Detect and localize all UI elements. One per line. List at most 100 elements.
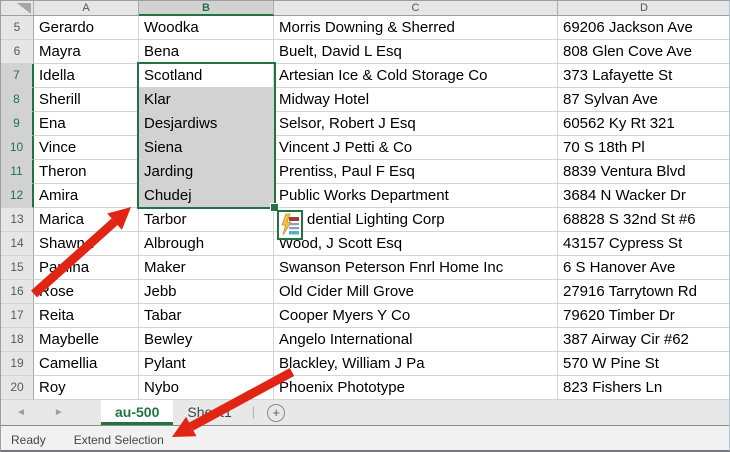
cell-D15[interactable]: 6 S Hanover Ave [558, 256, 730, 280]
cell-D8[interactable]: 87 Sylvan Ave [558, 88, 730, 112]
cell-C5[interactable]: Morris Downing & Sherred [274, 16, 558, 40]
cell-A6[interactable]: Mayra [34, 40, 139, 64]
cell-B15[interactable]: Maker [139, 256, 274, 280]
row-header-8[interactable]: 8 [1, 88, 34, 112]
row-header-15[interactable]: 15 [1, 256, 34, 280]
cell-A15[interactable]: Paulina [34, 256, 139, 280]
cell-B12[interactable]: Chudej [139, 184, 274, 208]
row-header-6[interactable]: 6 [1, 40, 34, 64]
cell-B8[interactable]: Klar [139, 88, 274, 112]
cell-D19[interactable]: 570 W Pine St [558, 352, 730, 376]
cell-A16[interactable]: Rose [34, 280, 139, 304]
row-header-10[interactable]: 10 [1, 136, 34, 160]
cell-A7[interactable]: Idella [34, 64, 139, 88]
cell-C17[interactable]: Cooper Myers Y Co [274, 304, 558, 328]
row-header-12[interactable]: 12 [1, 184, 34, 208]
cell-C11[interactable]: Prentiss, Paul F Esq [274, 160, 558, 184]
cell-D9[interactable]: 60562 Ky Rt 321 [558, 112, 730, 136]
row-header-16[interactable]: 16 [1, 280, 34, 304]
cell-C9[interactable]: Selsor, Robert J Esq [274, 112, 558, 136]
next-sheet-icon[interactable]: ► [54, 407, 64, 418]
cell-B19[interactable]: Pylant [139, 352, 274, 376]
cell-D12[interactable]: 3684 N Wacker Dr [558, 184, 730, 208]
cell-B5[interactable]: Woodka [139, 16, 274, 40]
table-row: 13MaricaTarbordential Lighting Corp68828… [1, 208, 730, 232]
cell-A11[interactable]: Theron [34, 160, 139, 184]
cell-D18[interactable]: 387 Airway Cir #62 [558, 328, 730, 352]
row-header-18[interactable]: 18 [1, 328, 34, 352]
cell-A12[interactable]: Amira [34, 184, 139, 208]
row-header-7[interactable]: 7 [1, 64, 34, 88]
cell-D17[interactable]: 79620 Timber Dr [558, 304, 730, 328]
cell-B9[interactable]: Desjardiws [139, 112, 274, 136]
row-header-14[interactable]: 14 [1, 232, 34, 256]
row-header-13[interactable]: 13 [1, 208, 34, 232]
cell-B7[interactable]: Scotland [139, 64, 274, 88]
cell-C12[interactable]: Public Works Department [274, 184, 558, 208]
cell-C19[interactable]: Blackley, William J Pa [274, 352, 558, 376]
cell-B17[interactable]: Tabar [139, 304, 274, 328]
cell-C13[interactable]: dential Lighting Corp [274, 208, 558, 232]
cell-B10[interactable]: Siena [139, 136, 274, 160]
cell-D7[interactable]: 373 Lafayette St [558, 64, 730, 88]
excel-window: A B C D 5GerardoWoodkaMorris Downing & S… [0, 0, 730, 452]
cell-B14[interactable]: Albrough [139, 232, 274, 256]
cell-D13[interactable]: 68828 S 32nd St #6 [558, 208, 730, 232]
cell-A19[interactable]: Camellia [34, 352, 139, 376]
column-header-c[interactable]: C [274, 1, 558, 16]
cell-A5[interactable]: Gerardo [34, 16, 139, 40]
row-header-20[interactable]: 20 [1, 376, 34, 400]
column-header-b[interactable]: B [139, 1, 274, 16]
cell-C8[interactable]: Midway Hotel [274, 88, 558, 112]
cell-D14[interactable]: 43157 Cypress St [558, 232, 730, 256]
cell-A18[interactable]: Maybelle [34, 328, 139, 352]
cell-B20[interactable]: Nybo [139, 376, 274, 400]
flash-fill-options-icon[interactable] [277, 210, 303, 240]
row-header-9[interactable]: 9 [1, 112, 34, 136]
cell-C10[interactable]: Vincent J Petti & Co [274, 136, 558, 160]
cell-A14[interactable]: Shawna [34, 232, 139, 256]
cell-C18[interactable]: Angelo International [274, 328, 558, 352]
cell-A17[interactable]: Reita [34, 304, 139, 328]
cell-A9[interactable]: Ena [34, 112, 139, 136]
cell-C16[interactable]: Old Cider Mill Grove [274, 280, 558, 304]
row-header-5[interactable]: 5 [1, 16, 34, 40]
new-sheet-button[interactable]: + [267, 404, 285, 422]
sheet-tab-bar: ◄ ► au-500 Sheet1 | + [1, 400, 730, 426]
row-header-11[interactable]: 11 [1, 160, 34, 184]
cell-B18[interactable]: Bewley [139, 328, 274, 352]
cell-D20[interactable]: 823 Fishers Ln [558, 376, 730, 400]
row-header-17[interactable]: 17 [1, 304, 34, 328]
column-header-d[interactable]: D [558, 1, 730, 16]
cell-A13[interactable]: Marica [34, 208, 139, 232]
cell-C14[interactable]: Wood, J Scott Esq [274, 232, 558, 256]
cell-C20[interactable]: Phoenix Phototype [274, 376, 558, 400]
table-row: 19CamelliaPylantBlackley, William J Pa57… [1, 352, 730, 376]
row-header-19[interactable]: 19 [1, 352, 34, 376]
cell-B11[interactable]: Jarding [139, 160, 274, 184]
cell-A20[interactable]: Roy [34, 376, 139, 400]
table-row: 20RoyNyboPhoenix Phototype823 Fishers Ln [1, 376, 730, 400]
status-bar: Ready Extend Selection [1, 426, 730, 452]
column-header-a[interactable]: A [34, 1, 139, 16]
cell-A10[interactable]: Vince [34, 136, 139, 160]
cell-C6[interactable]: Buelt, David L Esq [274, 40, 558, 64]
cell-D10[interactable]: 70 S 18th Pl [558, 136, 730, 160]
tab-au-500[interactable]: au-500 [101, 400, 173, 425]
extend-selection-indicator: Extend Selection [74, 433, 164, 447]
tab-separator: | [246, 400, 261, 425]
cell-D6[interactable]: 808 Glen Cove Ave [558, 40, 730, 64]
cell-C15[interactable]: Swanson Peterson Fnrl Home Inc [274, 256, 558, 280]
cell-B13[interactable]: Tarbor [139, 208, 274, 232]
table-row: 6MayraBenaBuelt, David L Esq808 Glen Cov… [1, 40, 730, 64]
tab-sheet1[interactable]: Sheet1 [173, 400, 245, 425]
cell-A8[interactable]: Sherill [34, 88, 139, 112]
select-all-button[interactable] [1, 1, 34, 16]
cell-D11[interactable]: 8839 Ventura Blvd [558, 160, 730, 184]
cell-C7[interactable]: Artesian Ice & Cold Storage Co [274, 64, 558, 88]
cell-D16[interactable]: 27916 Tarrytown Rd [558, 280, 730, 304]
cell-D5[interactable]: 69206 Jackson Ave [558, 16, 730, 40]
cell-B6[interactable]: Bena [139, 40, 274, 64]
cell-B16[interactable]: Jebb [139, 280, 274, 304]
prev-sheet-icon[interactable]: ◄ [16, 407, 26, 418]
